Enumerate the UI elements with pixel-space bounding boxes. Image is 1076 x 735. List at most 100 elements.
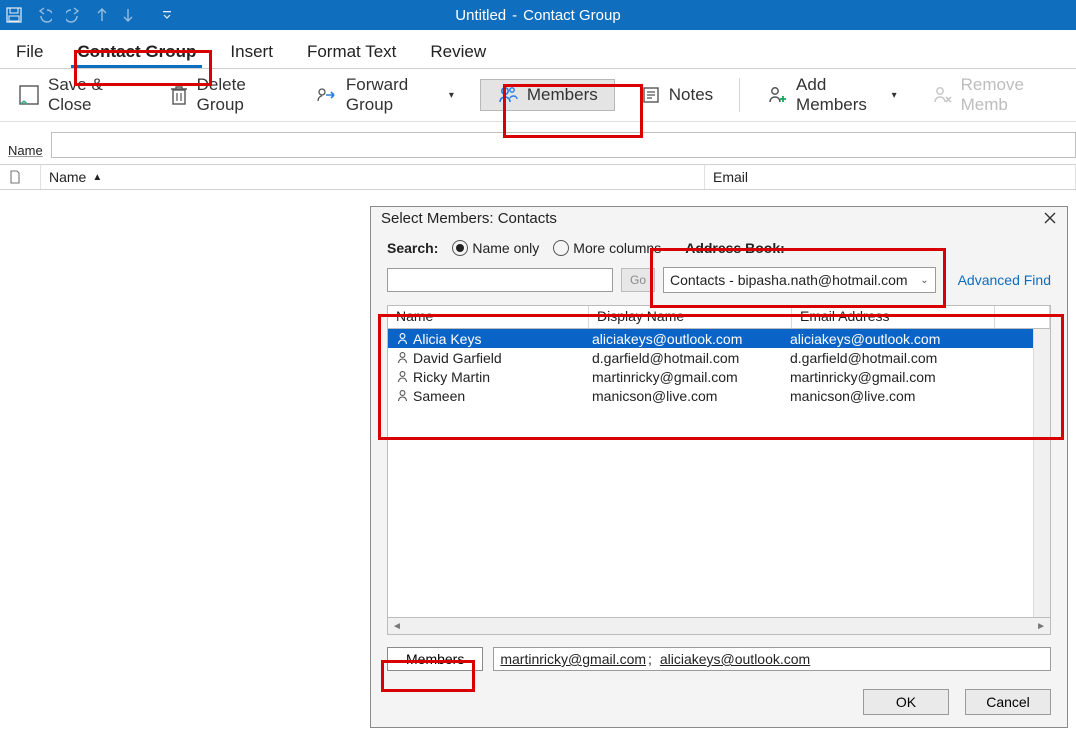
forward-group-label: Forward Group — [346, 75, 441, 115]
address-book-label: Address Book: — [685, 240, 785, 256]
members-button[interactable]: Members — [480, 79, 615, 111]
person-icon — [396, 351, 409, 364]
contact-row[interactable]: Ricky Martinmartinricky@gmail.commartinr… — [388, 367, 1050, 386]
close-icon[interactable] — [1043, 211, 1057, 225]
members-add-button[interactable]: Members — [387, 647, 483, 671]
members-label: Members — [527, 85, 598, 105]
radio-dot-icon — [452, 240, 468, 256]
row-name: Sameen — [413, 388, 465, 404]
person-icon — [396, 332, 409, 345]
window-title-left: Untitled — [455, 7, 506, 24]
notes-button[interactable]: Notes — [633, 79, 721, 111]
member-list-header: Name ▲ Email — [0, 164, 1076, 190]
email-column-header[interactable]: Email — [705, 165, 1076, 189]
members-entry-2: aliciakeys@outlook.com — [660, 651, 810, 667]
notes-icon — [641, 85, 661, 105]
name-field-row: Name — [0, 122, 1076, 158]
radio-more-columns[interactable]: More columns — [553, 240, 661, 256]
customize-qat-icon[interactable] — [162, 10, 172, 20]
col-display-name[interactable]: Display Name — [589, 306, 792, 328]
dialog-buttons: OK Cancel — [387, 689, 1051, 715]
name-field-label: Name — [8, 143, 43, 158]
redo-icon[interactable] — [66, 7, 82, 23]
tab-file[interactable]: File — [10, 34, 49, 68]
save-icon[interactable] — [6, 7, 22, 23]
forward-group-button[interactable]: Forward Group ▾ — [308, 69, 462, 121]
members-input[interactable]: martinricky@gmail.com; aliciakeys@outloo… — [493, 647, 1051, 671]
name-column-header[interactable]: Name ▲ — [41, 165, 705, 189]
members-entry-1: martinricky@gmail.com — [500, 651, 646, 667]
search-input-row: Go Contacts - bipasha.nath@hotmail.com ⌄… — [387, 267, 1051, 293]
contact-row[interactable]: Alicia Keysaliciakeys@outlook.comaliciak… — [388, 329, 1050, 348]
chevron-down-icon: ⌄ — [920, 275, 928, 286]
person-icon — [396, 370, 409, 383]
dialog-title: Select Members: Contacts — [381, 210, 557, 227]
row-display: manicson@live.com — [592, 388, 717, 404]
add-members-button[interactable]: Add Members ▾ — [758, 69, 905, 121]
row-email: martinricky@gmail.com — [790, 369, 936, 385]
quick-access-toolbar — [6, 7, 172, 23]
row-display: d.garfield@hotmail.com — [592, 350, 739, 366]
page-icon — [8, 170, 22, 184]
up-arrow-icon[interactable] — [96, 8, 108, 22]
horizontal-scrollbar[interactable]: ◄► — [387, 618, 1051, 635]
chevron-down-icon: ▾ — [449, 90, 454, 101]
scroll-left-icon[interactable]: ◄ — [392, 621, 402, 632]
sort-asc-icon: ▲ — [92, 172, 102, 183]
members-sep: ; — [648, 651, 652, 667]
ok-button[interactable]: OK — [863, 689, 949, 715]
scroll-right-icon[interactable]: ► — [1036, 621, 1046, 632]
forward-icon — [316, 86, 338, 104]
row-name: Ricky Martin — [413, 369, 490, 385]
contacts-grid-body[interactable]: Alicia Keysaliciakeys@outlook.comaliciak… — [387, 329, 1051, 618]
address-book-select[interactable]: Contacts - bipasha.nath@hotmail.com ⌄ — [663, 267, 936, 293]
notes-label: Notes — [669, 85, 713, 105]
tab-insert[interactable]: Insert — [224, 34, 279, 68]
name-column-label: Name — [49, 169, 86, 185]
row-name: David Garfield — [413, 350, 502, 366]
dialog-titlebar: Select Members: Contacts — [371, 207, 1067, 229]
icon-column[interactable] — [0, 165, 41, 189]
delete-group-label: Delete Group — [197, 75, 282, 115]
col-email[interactable]: Email Address — [792, 306, 995, 328]
search-input[interactable] — [387, 268, 613, 292]
ribbon-tabs: File Contact Group Insert Format Text Re… — [0, 30, 1076, 69]
row-name: Alicia Keys — [413, 331, 481, 347]
radio-more-columns-label: More columns — [573, 240, 661, 256]
advanced-find-link[interactable]: Advanced Find — [958, 272, 1051, 288]
radio-name-only-label: Name only — [472, 240, 539, 256]
cancel-button[interactable]: Cancel — [965, 689, 1051, 715]
radio-dot-icon — [553, 240, 569, 256]
add-members-label: Add Members — [796, 75, 884, 115]
contact-row[interactable]: David Garfield d.garfield@hotmail.com d.ga… — [388, 348, 1050, 367]
go-button: Go — [621, 268, 655, 292]
down-arrow-icon[interactable] — [122, 8, 134, 22]
vertical-scrollbar[interactable] — [1033, 329, 1050, 617]
window-title: Untitled - Contact Group — [455, 7, 620, 24]
col-name[interactable]: Name — [388, 306, 589, 328]
col-blank — [995, 306, 1050, 328]
radio-name-only[interactable]: Name only — [452, 240, 539, 256]
tab-format-text[interactable]: Format Text — [301, 34, 402, 68]
group-name-input[interactable] — [51, 132, 1076, 158]
contacts-grid-header: Name Display Name Email Address — [387, 305, 1051, 329]
row-email: manicson@live.com — [790, 388, 915, 404]
row-display: aliciakeys@outlook.com — [592, 331, 742, 347]
window-title-right: Contact Group — [523, 7, 621, 24]
ribbon: Save & Close Delete Group Forward Group … — [0, 69, 1076, 122]
undo-icon[interactable] — [36, 7, 52, 23]
row-email: d.garfield@hotmail.com — [790, 350, 937, 366]
delete-group-button[interactable]: Delete Group — [161, 69, 290, 121]
email-column-label: Email — [713, 169, 748, 185]
tab-contact-group[interactable]: Contact Group — [71, 34, 202, 68]
select-members-dialog: Select Members: Contacts Search: Name on… — [370, 206, 1068, 728]
contact-row[interactable]: Sameen manicson@live.com manicson@live.com — [388, 386, 1050, 405]
title-bar: Untitled - Contact Group — [0, 0, 1076, 30]
tab-review[interactable]: Review — [424, 34, 492, 68]
person-icon — [396, 389, 409, 402]
contacts-grid: Name Display Name Email Address Alicia K… — [387, 305, 1051, 635]
address-book-value: Contacts - bipasha.nath@hotmail.com — [670, 272, 908, 288]
save-close-label: Save & Close — [48, 75, 135, 115]
search-label: Search: — [387, 240, 438, 256]
save-and-close-button[interactable]: Save & Close — [10, 69, 143, 121]
